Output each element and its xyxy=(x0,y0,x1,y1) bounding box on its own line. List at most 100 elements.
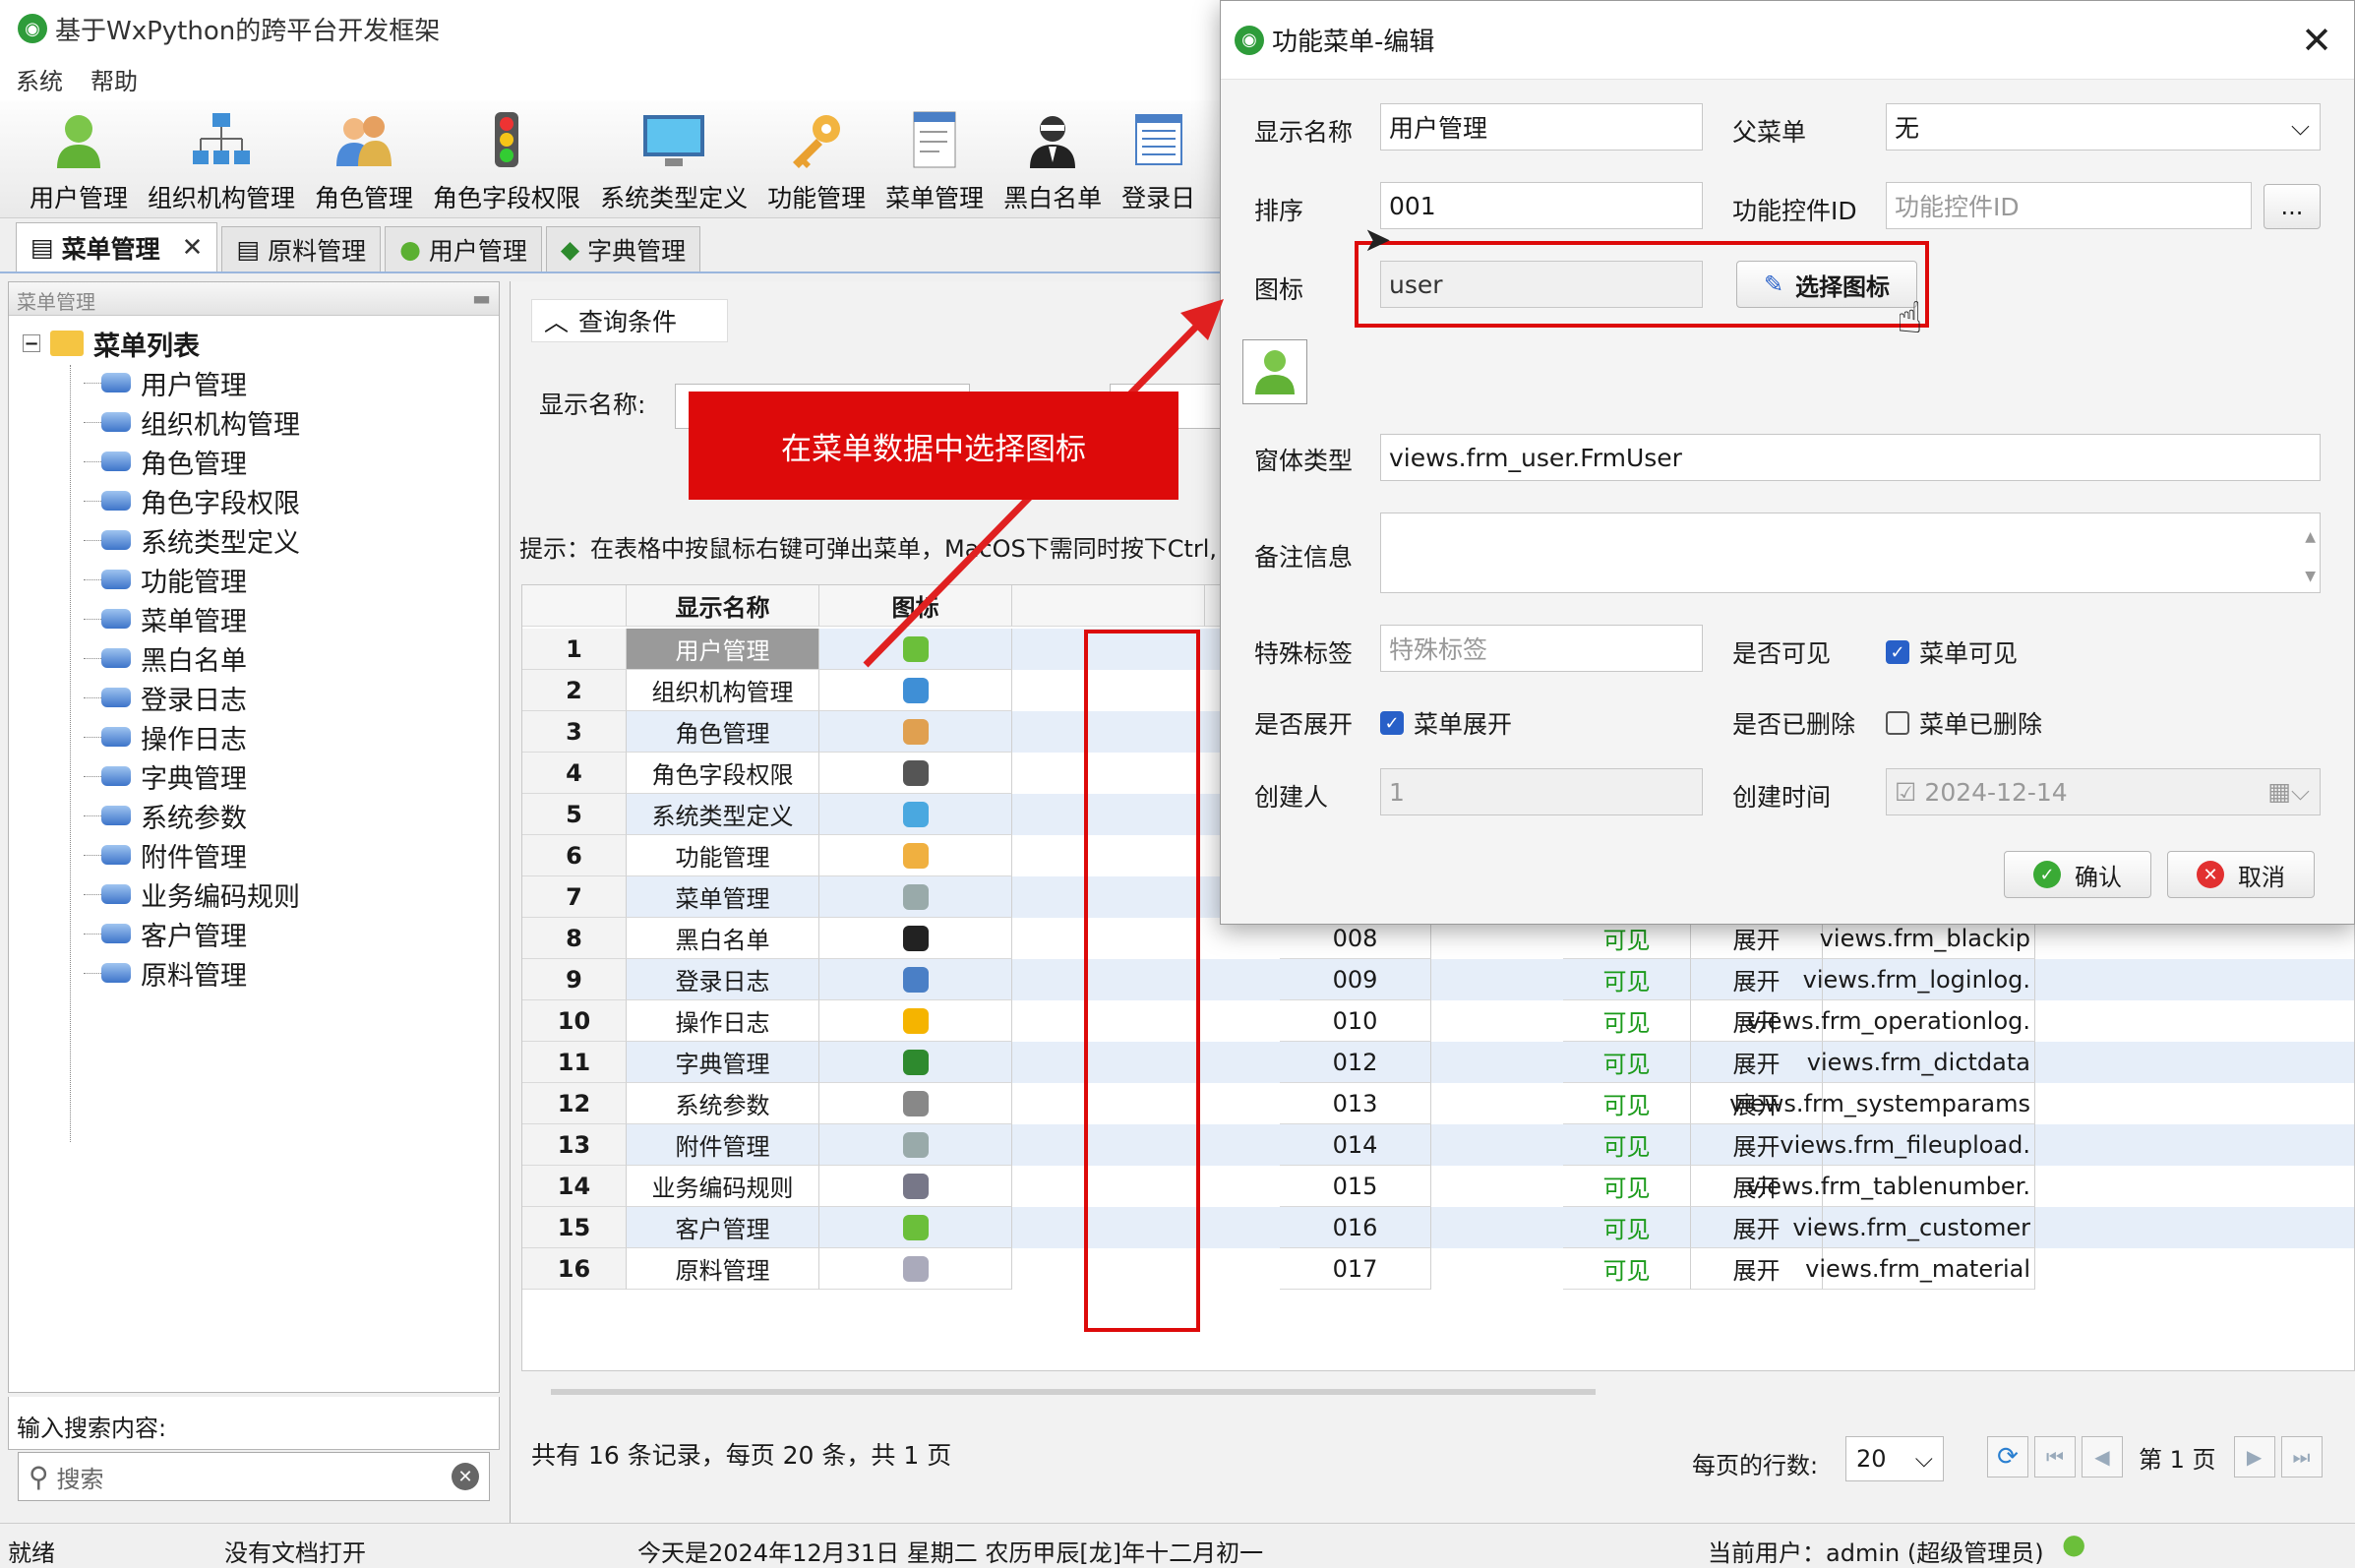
toolbar-user-button[interactable]: 用户管理 xyxy=(20,100,138,217)
toolbar-menu-button[interactable]: 菜单管理 xyxy=(876,100,994,217)
tab-user-management[interactable]: ● 用户管理 xyxy=(385,226,542,271)
display-name-input[interactable]: 用户管理 xyxy=(1380,103,1703,151)
cell-display-name[interactable]: 操作日志 xyxy=(627,1000,819,1042)
row-index: 1 xyxy=(522,629,627,670)
collapse-icon[interactable]: − xyxy=(23,333,40,354)
label-icon: 图标 xyxy=(1254,275,1304,304)
calculator-icon xyxy=(902,1173,929,1199)
cell-display-name[interactable]: 登录日志 xyxy=(627,959,819,1000)
table-row[interactable]: 9 登录日志 009 可见 展开 views.frm_loginlog. xyxy=(522,959,2354,1000)
cell-view: views.frm_operationlog. xyxy=(1747,1000,2035,1042)
tree-item[interactable]: 功能管理 xyxy=(23,560,499,599)
toolbar-field-permission-button[interactable]: 角色字段权限 xyxy=(423,100,590,217)
menu-system[interactable]: 系统 xyxy=(16,62,63,96)
next-page-icon[interactable]: ▶ xyxy=(2233,1436,2275,1478)
table-row[interactable]: 11 字典管理 012 可见 展开 views.frm_dictdata xyxy=(522,1042,2354,1083)
toolbar-org-button[interactable]: 组织机构管理 xyxy=(138,100,305,217)
toolbar-function-button[interactable]: 功能管理 xyxy=(757,100,876,217)
cell-display-name[interactable]: 菜单管理 xyxy=(627,876,819,918)
expand-checkbox[interactable]: ✓ 菜单展开 xyxy=(1380,705,1512,741)
header-display-name[interactable]: 显示名称 xyxy=(627,585,819,627)
table-row[interactable]: 16 原料管理 017 可见 展开 views.frm_material xyxy=(522,1248,2354,1290)
rows-per-page-select[interactable]: 20 ⌵ xyxy=(1845,1436,1944,1481)
tree-item[interactable]: 黑白名单 xyxy=(23,638,499,678)
tree-item[interactable]: 字典管理 xyxy=(23,756,499,796)
table-row[interactable]: 10 操作日志 010 可见 展开 views.frm_operationlog. xyxy=(522,1000,2354,1042)
tab-dictionary-management[interactable]: ◆ 字典管理 xyxy=(545,226,701,271)
horizontal-scrollbar[interactable] xyxy=(551,1389,1596,1395)
toolbar-systype-button[interactable]: 系统类型定义 xyxy=(590,100,757,217)
cancel-button[interactable]: ✕ 取消 xyxy=(2167,851,2315,898)
prev-page-icon[interactable]: ◀ xyxy=(2082,1436,2123,1478)
table-row[interactable]: 14 业务编码规则 015 可见 展开 views.frm_tablenumber. xyxy=(522,1166,2354,1207)
tab-menu-management[interactable]: ▤ 菜单管理 ✕ xyxy=(16,222,218,271)
cancel-circle-icon: ✕ xyxy=(2197,861,2224,888)
header-cell[interactable] xyxy=(1012,585,1205,627)
tree-item[interactable]: 业务编码规则 xyxy=(23,874,499,914)
check-circle-icon: ✓ xyxy=(2033,861,2061,888)
toolbar-role-button[interactable]: 角色管理 xyxy=(305,100,423,217)
tree-item[interactable]: 原料管理 xyxy=(23,953,499,993)
sort-input[interactable]: 001 xyxy=(1380,182,1703,229)
tree-item[interactable]: 用户管理 xyxy=(23,363,499,402)
table-row[interactable]: 13 附件管理 014 可见 展开 views.frm_fileupload. xyxy=(522,1124,2354,1166)
tree-item[interactable]: 登录日志 xyxy=(23,678,499,717)
tree-item[interactable]: 系统参数 xyxy=(23,796,499,835)
ellipsis-button[interactable]: ... xyxy=(2264,184,2321,229)
created-time-picker: ☑ 2024-12-14 ▦⌵ xyxy=(1886,768,2321,815)
query-section-toggle[interactable]: ︿ 查询条件 xyxy=(531,299,728,342)
deleted-checkbox[interactable]: 菜单已删除 xyxy=(1886,705,2042,741)
cell-display-name[interactable]: 角色字段权限 xyxy=(627,753,819,794)
header-icon[interactable]: 图标 xyxy=(819,585,1012,627)
collapse-icon[interactable]: ▬ xyxy=(472,286,491,311)
clear-icon[interactable]: ✕ xyxy=(452,1463,479,1490)
form-type-input[interactable]: views.frm_user.FrmUser xyxy=(1380,434,2321,481)
cell-display-name[interactable]: 系统参数 xyxy=(627,1083,819,1124)
remark-textarea[interactable]: ▲ ▼ xyxy=(1380,513,2321,593)
menu-help[interactable]: 帮助 xyxy=(91,62,138,96)
cell-display-name[interactable]: 业务编码规则 xyxy=(627,1166,819,1207)
hand-cursor-icon: ☝ xyxy=(1897,293,1923,343)
cell-display-name[interactable]: 客户管理 xyxy=(627,1207,819,1248)
row-index: 14 xyxy=(522,1166,627,1207)
first-page-icon[interactable]: ⏮ xyxy=(2034,1436,2076,1478)
tree-item[interactable]: 客户管理 xyxy=(23,914,499,953)
cell-display-name[interactable]: 功能管理 xyxy=(627,835,819,876)
tree-item[interactable]: 菜单管理 xyxy=(23,599,499,638)
last-page-icon[interactable]: ⏭ xyxy=(2280,1436,2323,1478)
close-icon[interactable]: ✕ xyxy=(182,233,204,263)
toolbar-loginlog-button[interactable]: 登录日 xyxy=(1112,100,1205,217)
search-input[interactable]: ⚲ 搜索 ✕ xyxy=(18,1452,490,1501)
control-id-input[interactable]: 功能控件ID xyxy=(1886,182,2252,229)
table-row[interactable]: 12 系统参数 013 可见 展开 views.frm_systemparams xyxy=(522,1083,2354,1124)
visible-checkbox[interactable]: ✓ 菜单可见 xyxy=(1886,634,2018,670)
tree-root[interactable]: − 菜单列表 xyxy=(23,324,499,363)
tree-item[interactable]: 组织机构管理 xyxy=(23,402,499,442)
cell-view: views.frm_material xyxy=(1805,1248,2035,1290)
cell-display-name[interactable]: 附件管理 xyxy=(627,1124,819,1166)
cell-display-name[interactable]: 系统类型定义 xyxy=(627,794,819,835)
cell-icon xyxy=(819,1248,1012,1290)
cell-display-name[interactable]: 组织机构管理 xyxy=(627,670,819,711)
tree-item[interactable]: 角色字段权限 xyxy=(23,481,499,520)
refresh-icon[interactable]: ⟳ xyxy=(1987,1436,2028,1478)
ok-button[interactable]: ✓ 确认 xyxy=(2004,851,2151,898)
tree-item[interactable]: 附件管理 xyxy=(23,835,499,874)
cell-visible: 可见 xyxy=(1563,1207,1691,1248)
cell-display-name[interactable]: 黑白名单 xyxy=(627,918,819,959)
tree-item[interactable]: 角色管理 xyxy=(23,442,499,481)
cell-display-name[interactable]: 用户管理 xyxy=(627,629,819,670)
tab-material-management[interactable]: ▤ 原料管理 xyxy=(221,226,382,271)
tree-item[interactable]: 系统类型定义 xyxy=(23,520,499,560)
table-row[interactable]: 15 客户管理 016 可见 展开 views.frm_customer xyxy=(522,1207,2354,1248)
special-tag-input[interactable]: 特殊标签 xyxy=(1380,625,1703,672)
cell-display-name[interactable]: 字典管理 xyxy=(627,1042,819,1083)
cell-display-name[interactable]: 角色管理 xyxy=(627,711,819,753)
parent-menu-select[interactable]: 无 ⌵ xyxy=(1886,103,2321,151)
cell-display-name[interactable]: 原料管理 xyxy=(627,1248,819,1290)
cell-sort-code: 015 xyxy=(1280,1166,1431,1207)
tree-item[interactable]: 操作日志 xyxy=(23,717,499,756)
cell-view: views.frm_fileupload. xyxy=(1780,1124,2035,1166)
toolbar-blacklist-button[interactable]: 黑白名单 xyxy=(994,100,1112,217)
close-icon[interactable]: ✕ xyxy=(2301,19,2332,62)
